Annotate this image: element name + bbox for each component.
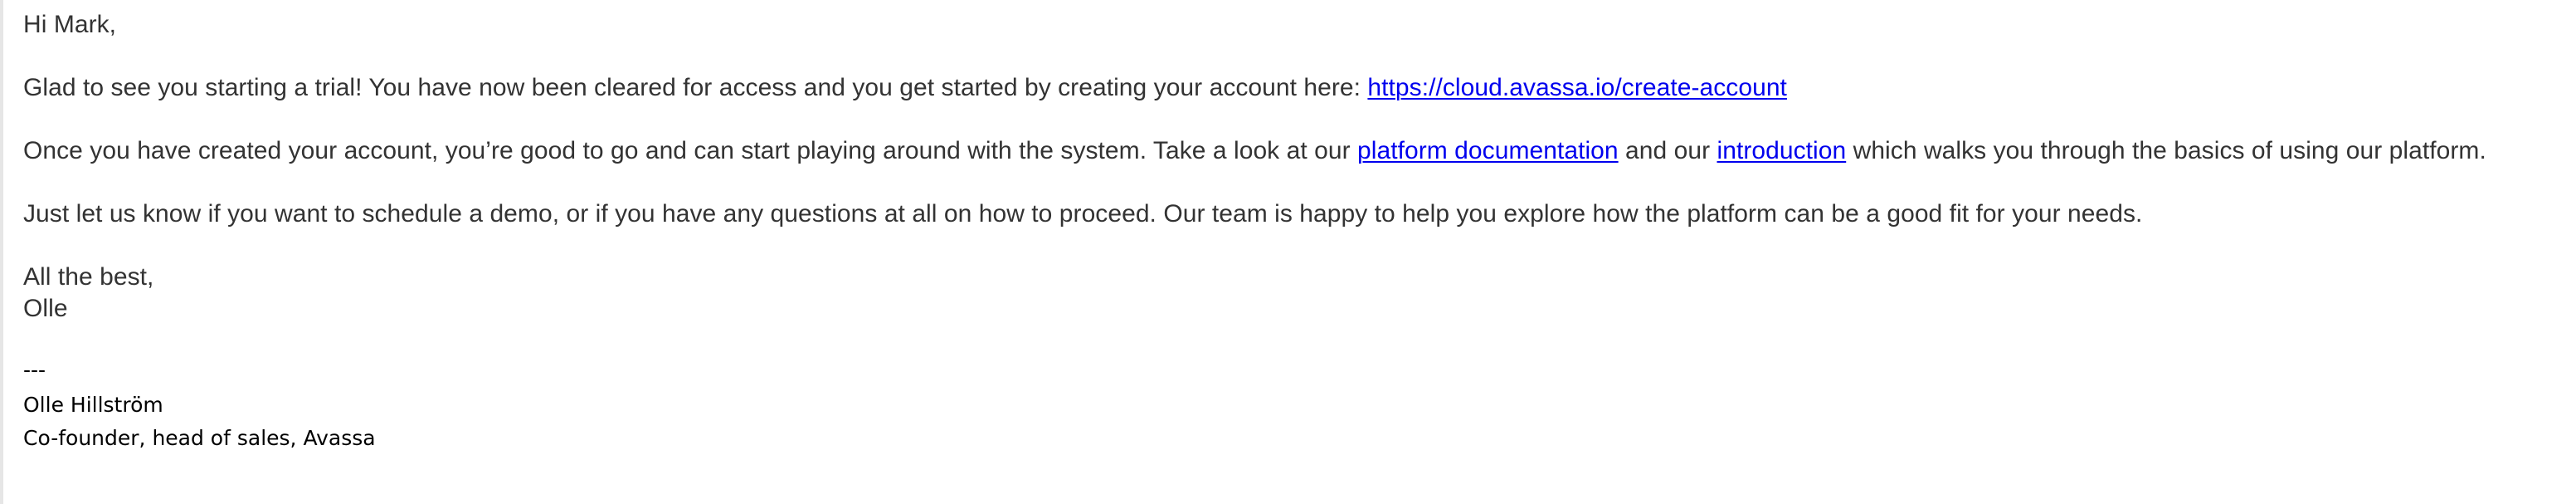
- closing-line: All the best,: [23, 263, 154, 291]
- paragraph-getting-started-text-middle: and our: [1618, 137, 1717, 164]
- sender-first-name: Olle: [23, 295, 68, 322]
- message-left-border: [0, 0, 3, 504]
- paragraph-getting-started-text-after: which walks you through the basics of us…: [1846, 137, 2486, 164]
- paragraph-trial-access: Glad to see you starting a trial! You ha…: [23, 73, 1787, 103]
- paragraph-contact-us: Just let us know if you want to schedule…: [23, 200, 2143, 228]
- signature-name: Olle Hillström: [23, 393, 163, 417]
- create-account-link[interactable]: https://cloud.avassa.io/create-account: [1367, 74, 1787, 101]
- signature-title: Co-founder, head of sales, Avassa: [23, 426, 376, 450]
- greeting: Hi Mark,: [23, 11, 117, 38]
- paragraph-getting-started: Once you have created your account, you’…: [23, 136, 2486, 166]
- paragraph-getting-started-text-before: Once you have created your account, you’…: [23, 137, 1358, 164]
- platform-documentation-link[interactable]: platform documentation: [1357, 137, 1619, 164]
- introduction-link[interactable]: introduction: [1717, 137, 1847, 164]
- paragraph-trial-access-text: Glad to see you starting a trial! You ha…: [23, 74, 1368, 101]
- signature-separator: ---: [23, 358, 46, 382]
